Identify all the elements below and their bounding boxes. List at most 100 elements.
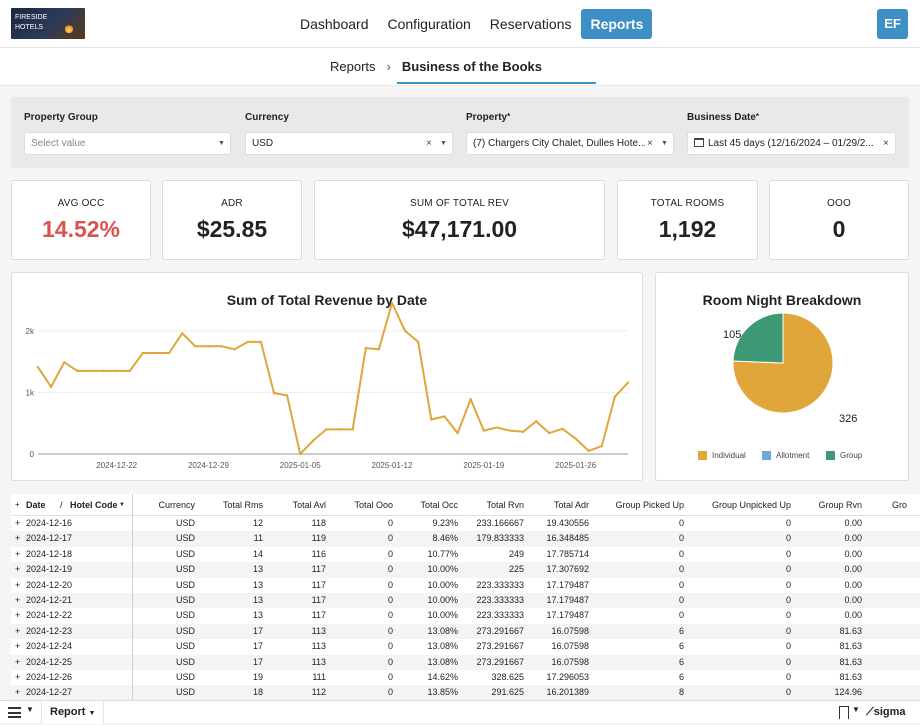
- revenue-data-point[interactable]: [626, 381, 630, 384]
- revenue-data-point[interactable]: [403, 329, 407, 333]
- revenue-data-point[interactable]: [430, 418, 433, 421]
- breadcrumb-reports-link[interactable]: Reports: [330, 59, 376, 74]
- revenue-data-point[interactable]: [417, 340, 420, 344]
- revenue-data-point[interactable]: [548, 431, 551, 435]
- revenue-data-point[interactable]: [259, 340, 263, 344]
- revenue-data-point[interactable]: [194, 345, 197, 348]
- nav-reservations[interactable]: Reservations: [481, 9, 581, 39]
- expand-row-plus-icon[interactable]: +: [15, 578, 20, 593]
- user-avatar[interactable]: EF: [877, 9, 908, 39]
- table-row[interactable]: +2024-12-23 USD 17 113 0 13.08% 273.291667 16.0…: [11, 623, 920, 640]
- table-row[interactable]: +2024-12-20 USD 13 117 0 10.00% 223.333333 17.1…: [11, 578, 920, 593]
- legend-individual[interactable]: Individual: [698, 451, 746, 460]
- nav-dashboard[interactable]: Dashboard: [291, 9, 378, 39]
- revenue-series-line[interactable]: [37, 302, 629, 455]
- col-total-adr-header[interactable]: Total Adr: [529, 494, 589, 516]
- expand-row-plus-icon[interactable]: +: [15, 547, 20, 562]
- revenue-data-point[interactable]: [102, 369, 105, 373]
- page-tab-report[interactable]: Report ▼: [41, 701, 105, 724]
- table-row[interactable]: +2024-12-19 USD 13 117 0 10.00% 225 17.307692 0 0…: [11, 562, 920, 578]
- revenue-data-point[interactable]: [377, 348, 381, 351]
- table-row[interactable]: +2024-12-26 USD 19 111 0 14.62% 328.625 17.2960…: [11, 670, 920, 685]
- table-row[interactable]: +2024-12-18 USD 14 116 0 10.77% 249 17.785714 0 0…: [11, 547, 920, 562]
- col-hotel-code-header[interactable]: Hotel Code: [70, 494, 118, 516]
- legend-allotment[interactable]: Allotment: [762, 451, 809, 460]
- expand-row-plus-icon[interactable]: +: [15, 655, 20, 670]
- expand-all-plus-icon[interactable]: +: [15, 494, 20, 516]
- caret-down-icon[interactable]: ▼: [119, 494, 125, 516]
- revenue-data-point[interactable]: [128, 369, 131, 373]
- revenue-data-point[interactable]: [154, 351, 158, 355]
- clear-x-icon[interactable]: ×: [645, 133, 655, 154]
- col-group-rvn-header[interactable]: Group Rvn: [801, 494, 862, 516]
- bookmark-icon[interactable]: [839, 706, 849, 719]
- table-row[interactable]: +2024-12-24 USD 17 113 0 13.08% 273.291667 16.0…: [11, 639, 920, 654]
- table-row[interactable]: +2024-12-27 USD 18 112 0 13.85% 291.625 16.2013…: [11, 685, 920, 700]
- expand-row-plus-icon[interactable]: +: [15, 562, 20, 577]
- revenue-data-point[interactable]: [561, 427, 564, 430]
- revenue-data-point[interactable]: [233, 348, 236, 351]
- table-row[interactable]: +2024-12-17 USD 11 119 0 8.46% 179.833333 16.34…: [11, 531, 920, 547]
- revenue-line-chart[interactable]: 0 1k 2k 2024-12-22 2024-12-29 2025-01-05 2025-…: [12, 273, 644, 482]
- col-total-ooo-header[interactable]: Total Ooo: [333, 494, 393, 516]
- hamburger-menu-icon[interactable]: [8, 707, 21, 718]
- col-total-avl-header[interactable]: Total Avl: [266, 494, 326, 516]
- property-select[interactable]: (7) Chargers City Chalet, Dulles Hote...…: [466, 132, 674, 155]
- revenue-data-point[interactable]: [508, 429, 512, 432]
- col-group-picked-up-header[interactable]: Group Picked Up: [594, 494, 684, 516]
- table-row[interactable]: +2024-12-22 USD 13 117 0 10.00% 223.333333 17.1…: [11, 608, 920, 623]
- col-date-header[interactable]: Date: [26, 494, 46, 516]
- revenue-data-point[interactable]: [63, 361, 66, 364]
- revenue-data-point[interactable]: [207, 345, 210, 348]
- revenue-data-point[interactable]: [535, 420, 538, 423]
- revenue-data-point[interactable]: [141, 351, 145, 355]
- revenue-data-point[interactable]: [36, 365, 40, 369]
- currency-select[interactable]: USD × ▼: [245, 132, 453, 155]
- table-row[interactable]: +2024-12-21 USD 13 117 0 10.00% 223.333333 17.1…: [11, 593, 920, 609]
- revenue-data-point[interactable]: [443, 415, 446, 418]
- revenue-data-point[interactable]: [351, 428, 354, 431]
- revenue-data-point[interactable]: [325, 428, 328, 431]
- revenue-data-point[interactable]: [364, 346, 367, 350]
- col-total-occ-header[interactable]: Total Occ: [398, 494, 458, 516]
- clear-x-icon[interactable]: ×: [426, 133, 432, 154]
- expand-row-plus-icon[interactable]: +: [15, 639, 20, 654]
- revenue-data-point[interactable]: [49, 385, 53, 389]
- revenue-data-point[interactable]: [312, 439, 315, 442]
- revenue-data-point[interactable]: [456, 431, 459, 435]
- revenue-data-point[interactable]: [482, 429, 485, 432]
- revenue-data-point[interactable]: [220, 345, 223, 348]
- revenue-data-point[interactable]: [574, 437, 577, 440]
- revenue-data-point[interactable]: [115, 369, 118, 373]
- caret-down-icon[interactable]: ▼: [26, 705, 34, 714]
- revenue-data-point[interactable]: [613, 395, 617, 398]
- expand-row-plus-icon[interactable]: +: [15, 608, 20, 623]
- revenue-data-point[interactable]: [495, 426, 499, 429]
- revenue-data-point[interactable]: [76, 369, 79, 373]
- revenue-data-point[interactable]: [167, 351, 171, 355]
- revenue-data-point[interactable]: [600, 444, 603, 448]
- caret-down-icon[interactable]: ▼: [852, 705, 860, 714]
- revenue-data-point[interactable]: [285, 394, 289, 397]
- table-row[interactable]: +2024-12-25 USD 17 113 0 13.08% 273.291667 16.0…: [11, 654, 920, 670]
- revenue-data-point[interactable]: [272, 391, 276, 395]
- expand-row-plus-icon[interactable]: +: [15, 670, 20, 685]
- revenue-data-point[interactable]: [521, 430, 525, 434]
- revenue-data-point[interactable]: [246, 340, 249, 344]
- col-total-rvn-header[interactable]: Total Rvn: [464, 494, 524, 516]
- expand-row-plus-icon[interactable]: +: [15, 531, 20, 546]
- nav-reports[interactable]: Reports: [581, 9, 653, 39]
- revenue-data-point[interactable]: [587, 449, 590, 453]
- col-total-rms-header[interactable]: Total Rms: [203, 494, 263, 516]
- legend-group[interactable]: Group: [826, 451, 862, 460]
- property-group-select[interactable]: Select value ▼: [24, 132, 231, 155]
- revenue-data-point[interactable]: [299, 452, 302, 456]
- expand-row-plus-icon[interactable]: +: [15, 593, 20, 608]
- expand-row-plus-icon[interactable]: +: [15, 624, 20, 639]
- clear-x-icon[interactable]: ×: [880, 133, 892, 154]
- nav-configuration[interactable]: Configuration: [379, 9, 480, 39]
- expand-row-plus-icon[interactable]: +: [15, 516, 20, 531]
- business-date-picker[interactable]: Last 45 days (12/16/2024 – 01/29/2... ×: [687, 132, 896, 155]
- revenue-data-point[interactable]: [181, 332, 184, 335]
- fireside-hotels-logo[interactable]: FIRESIDE HOTELS: [11, 8, 85, 39]
